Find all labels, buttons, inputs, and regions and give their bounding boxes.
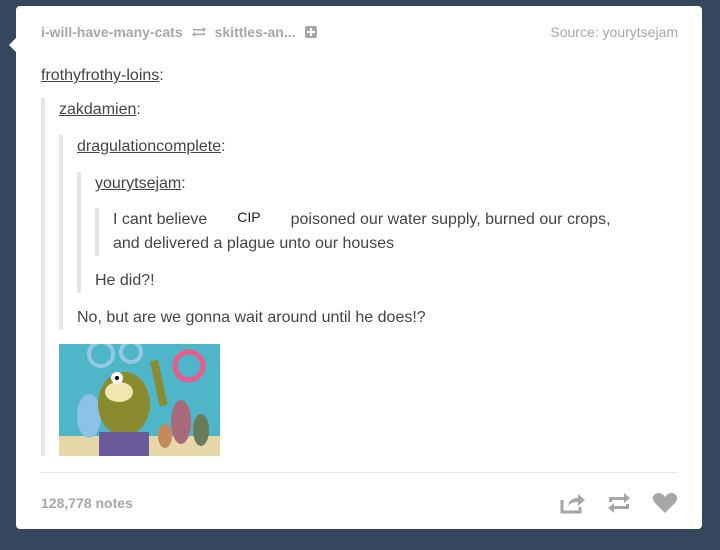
post-actions xyxy=(560,492,678,514)
share-icon[interactable] xyxy=(560,492,586,514)
level1-attribution: zakdamien: xyxy=(59,101,141,118)
blockquote-level2: dragulationcomplete: yourytsejam: I cant… xyxy=(59,135,681,330)
reblog-icon[interactable] xyxy=(606,492,632,514)
post-card: i-will-have-many-cats skittles-an... Sou… xyxy=(9,6,702,529)
source-name[interactable]: yourytsejam xyxy=(603,24,678,40)
user-link-level2[interactable]: dragulationcomplete xyxy=(77,138,221,155)
post-body: frothyfrothy-loins: zakdamien: dragulati… xyxy=(41,64,681,456)
meme-illustration xyxy=(59,344,220,456)
user-link-level3[interactable]: yourytsejam xyxy=(95,175,181,192)
reblog-icon xyxy=(191,26,207,38)
reblogger-link[interactable]: i-will-have-many-cats xyxy=(41,24,183,40)
heart-icon[interactable] xyxy=(652,492,678,514)
reblogged-from-link[interactable]: skittles-an... xyxy=(215,24,296,40)
source-attribution[interactable]: Source: yourytsejam xyxy=(550,24,678,40)
cip-label: CIP xyxy=(237,209,261,225)
level0-attribution: frothyfrothy-loins: xyxy=(41,67,164,84)
add-icon[interactable] xyxy=(304,26,317,38)
meme-image[interactable] xyxy=(59,344,220,456)
user-link-level1[interactable]: zakdamien xyxy=(59,101,136,118)
source-prefix: Source: xyxy=(550,24,599,40)
level4-text-line1: I cant believe CIP poisoned our water supp… xyxy=(113,208,681,232)
notes-count[interactable]: 128,778 notes xyxy=(41,495,133,511)
level3-reply: He did?! xyxy=(95,272,155,289)
blockquote-level1: zakdamien: dragulationcomplete: yourytse… xyxy=(41,98,681,456)
level3-attribution: yourytsejam: xyxy=(95,175,186,192)
user-link-level0[interactable]: frothyfrothy-loins xyxy=(41,67,159,84)
post-footer: 128,778 notes xyxy=(41,488,678,518)
level4-text-a: I cant believe xyxy=(113,211,208,228)
level2-attribution: dragulationcomplete: xyxy=(77,138,226,155)
post-pointer xyxy=(9,38,16,52)
level4-text-b: poisoned our water supply, burned our cr… xyxy=(290,211,611,228)
blockquote-level4: I cant believe CIP poisoned our water supp… xyxy=(95,208,681,256)
blockquote-level3: yourytsejam: I cant believe CIP poisoned o… xyxy=(77,172,681,293)
post-header: i-will-have-many-cats skittles-an... Sou… xyxy=(41,22,678,42)
footer-divider xyxy=(41,472,678,473)
level4-text-line2: and delivered a plague unto our houses xyxy=(113,235,395,252)
level2-reply: No, but are we gonna wait around until h… xyxy=(77,309,426,326)
